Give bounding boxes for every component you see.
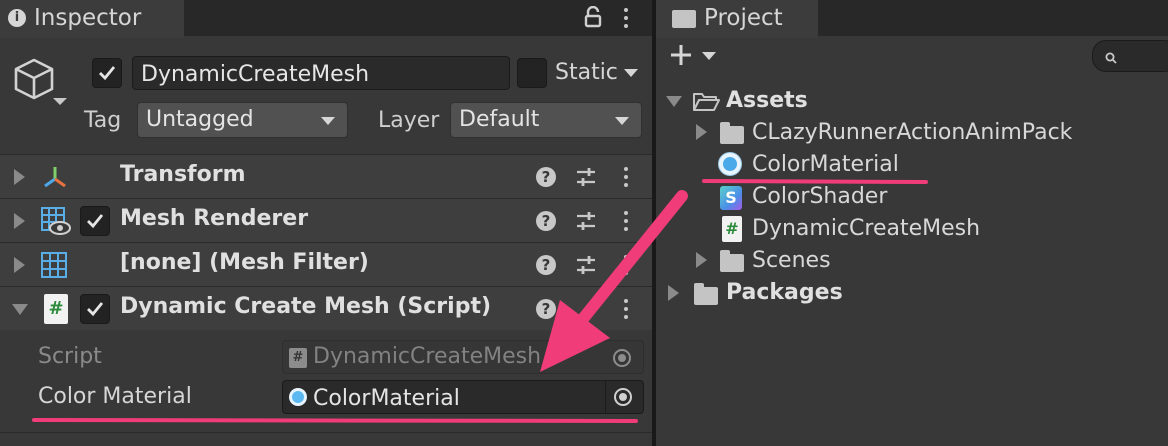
annotation-overlay: [32, 179, 928, 423]
annotation-arrow-shaft: [576, 190, 688, 326]
annotation-arrow-head: [540, 300, 610, 372]
annotation-underline-field: [32, 418, 638, 423]
annotation-underline-assets: [702, 179, 928, 184]
